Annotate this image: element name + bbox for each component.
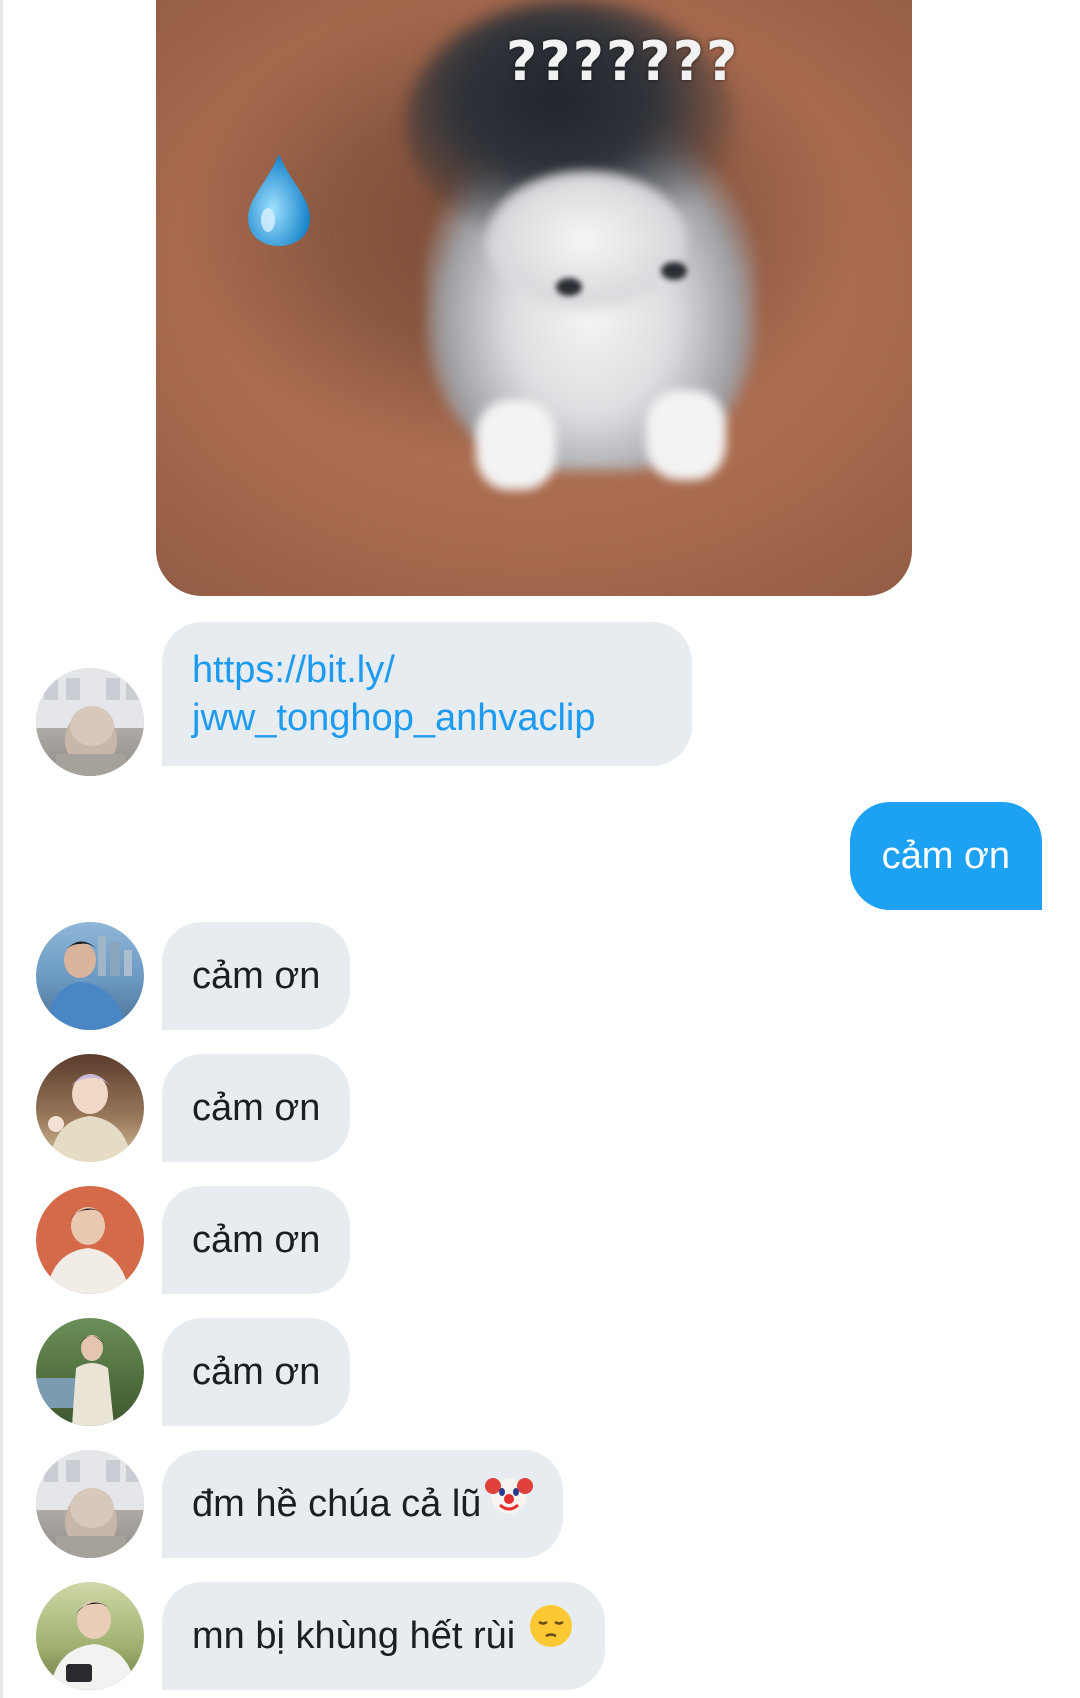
left-border bbox=[0, 0, 3, 1698]
link-text-line2[interactable]: jww_tonghop_anhvaclip bbox=[192, 694, 662, 742]
message-bubble-link[interactable]: https://bit.ly/ jww_tonghop_anhvaclip bbox=[162, 622, 692, 766]
avatar-photo bbox=[50, 1601, 136, 1690]
message-text: đm hề chúa cả lũ bbox=[192, 1483, 482, 1525]
avatar[interactable] bbox=[36, 1186, 144, 1294]
photo-overlay-text: ??????? bbox=[506, 30, 740, 93]
clown-face-icon bbox=[485, 1452, 534, 1560]
avatar[interactable] bbox=[36, 1318, 144, 1426]
avatar[interactable] bbox=[36, 668, 144, 776]
message-bubble[interactable]: cảm ơn bbox=[162, 922, 351, 1030]
avatar-photo bbox=[36, 668, 144, 776]
avatar[interactable] bbox=[36, 1450, 144, 1558]
pensive-face-icon bbox=[527, 1584, 575, 1692]
avatar[interactable] bbox=[36, 1582, 144, 1690]
link-text-line1[interactable]: https://bit.ly/ bbox=[192, 646, 662, 694]
message-bubble[interactable]: đm hề chúa cả lũ bbox=[162, 1450, 564, 1560]
my-message-bubble[interactable]: cảm ơn bbox=[849, 802, 1042, 910]
photo-cat-paw bbox=[476, 400, 556, 490]
avatar-photo bbox=[46, 1207, 130, 1294]
message-bubble[interactable]: mn bị khùng hết rùi bbox=[162, 1582, 606, 1692]
photo-cat-eye bbox=[556, 278, 582, 296]
avatar-photo bbox=[36, 1450, 144, 1558]
avatar[interactable] bbox=[36, 922, 144, 1030]
message-bubble[interactable]: cảm ơn bbox=[162, 1054, 351, 1162]
sweat-drop-icon bbox=[248, 154, 310, 246]
avatar-photo bbox=[46, 936, 132, 1030]
photo-cat-face bbox=[486, 170, 686, 310]
message-bubble[interactable]: cảm ơn bbox=[162, 1318, 351, 1426]
avatar[interactable] bbox=[36, 1054, 144, 1162]
message-bubble[interactable]: cảm ơn bbox=[162, 1186, 351, 1294]
avatar-photo bbox=[36, 1335, 114, 1426]
photo-cat-paw bbox=[646, 390, 726, 480]
avatar-photo bbox=[48, 1074, 132, 1162]
message-text: mn bị khùng hết rùi bbox=[192, 1615, 516, 1657]
photo-cat-eye bbox=[661, 262, 687, 280]
image-message[interactable]: ??????? bbox=[156, 0, 912, 596]
